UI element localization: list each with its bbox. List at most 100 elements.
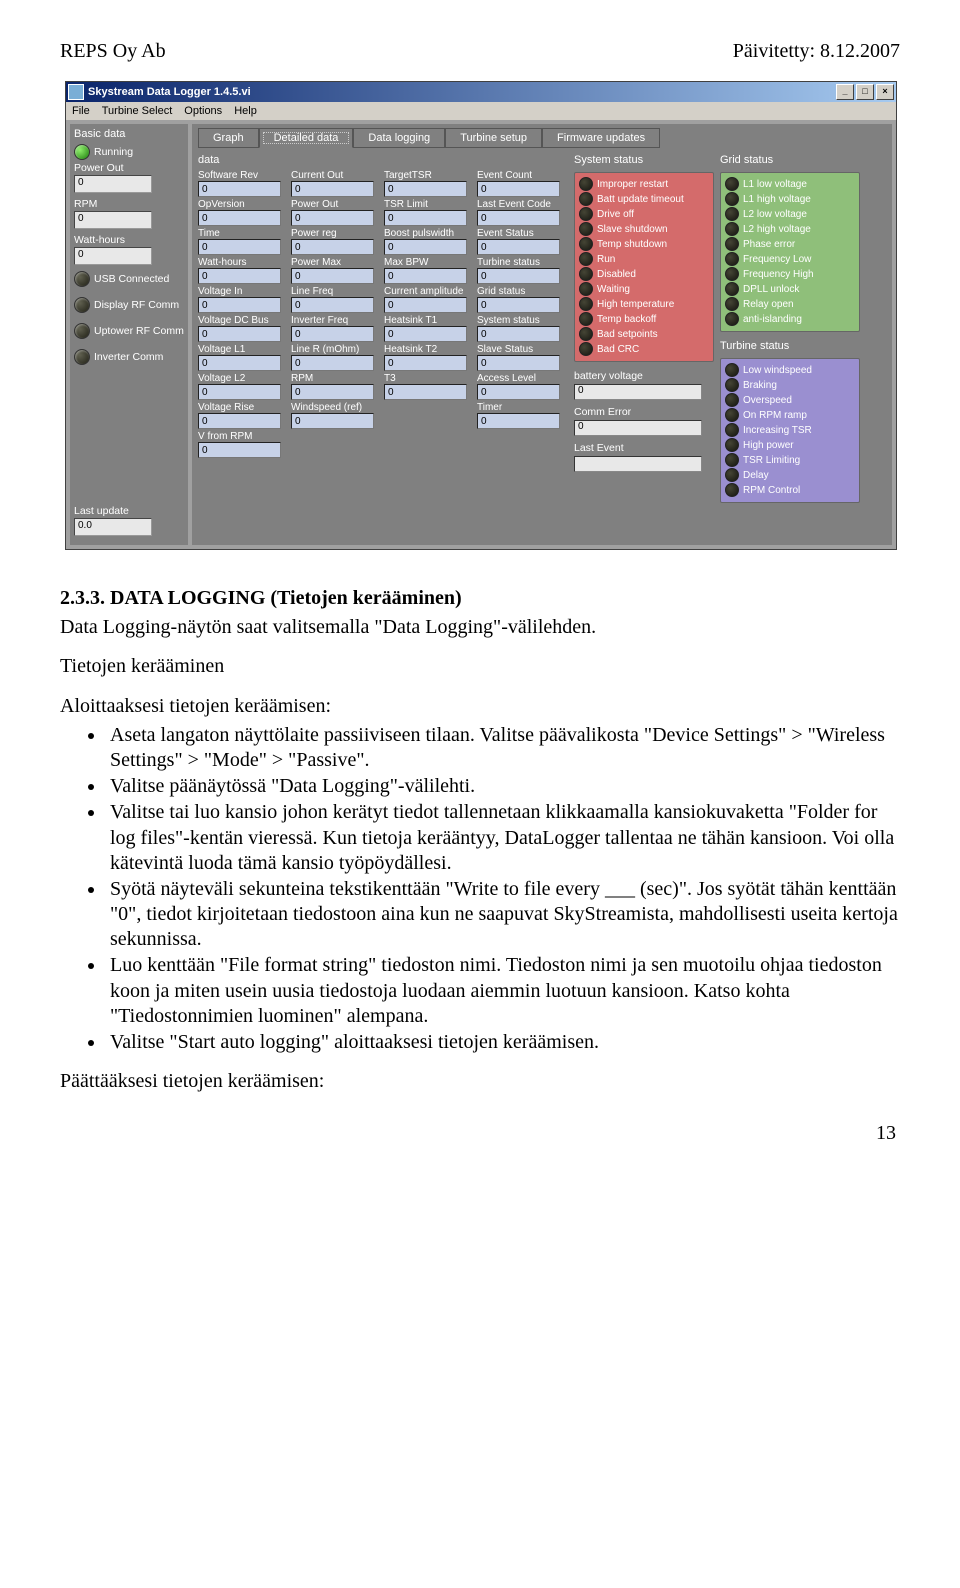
data-cell-value[interactable] [198,413,281,429]
data-cell-value[interactable] [291,239,374,255]
status-led [725,192,739,206]
titlebar: Skystream Data Logger 1.4.5.vi _ □ × [66,82,896,102]
data-cell-value[interactable] [384,210,467,226]
data-cell-value[interactable] [198,442,281,458]
data-cell-value[interactable] [477,239,560,255]
watt-hours-field: 0 [74,247,152,265]
data-cell-label: Software Rev [198,170,283,181]
data-cell-value[interactable] [477,384,560,400]
data-cell-label: Event Count [477,170,562,181]
data-cell: Voltage Rise [198,402,283,429]
status-label: Disabled [597,269,636,280]
data-cell: Last Event Code [477,199,562,226]
data-cell-value[interactable] [291,181,374,197]
data-cell-value[interactable] [477,268,560,284]
data-cell-value[interactable] [291,297,374,313]
data-cell-value[interactable] [384,268,467,284]
tab-detailed-data[interactable]: Detailed data [259,128,354,148]
menu-help[interactable]: Help [234,105,257,117]
data-cell-value[interactable] [384,239,467,255]
data-cell-value[interactable] [198,268,281,284]
status-label: L2 low voltage [743,209,807,220]
tabs: Graph Detailed data Data logging Turbine… [198,128,886,148]
data-cell-value[interactable] [198,239,281,255]
tab-graph[interactable]: Graph [198,128,259,148]
status-label: L1 low voltage [743,179,807,190]
data-cell-label: Inverter Freq [291,315,376,326]
data-cell: Time [198,228,283,255]
minimize-button[interactable]: _ [836,84,854,100]
data-cell-value[interactable] [198,355,281,371]
last-update-label: Last update [74,505,184,517]
data-cell-value[interactable] [198,326,281,342]
status-led [579,207,593,221]
data-cell-value[interactable] [198,181,281,197]
status-row: Increasing TSR [725,423,855,437]
rpm-field: 0 [74,211,152,229]
status-led [725,408,739,422]
data-cell: Boost pulswidth [384,228,469,255]
status-row: Improper restart [579,177,709,191]
data-cell: TSR Limit [384,199,469,226]
menu-options[interactable]: Options [184,105,222,117]
data-cell: Power Max [291,257,376,284]
data-cell-value[interactable] [384,297,467,313]
turbine-status-title: Turbine status [720,340,860,352]
status-led [725,297,739,311]
usb-led [74,271,90,287]
tab-turbine-setup[interactable]: Turbine setup [445,128,542,148]
status-label: RPM Control [743,485,800,496]
menu-turbine-select[interactable]: Turbine Select [102,105,173,117]
data-cell: Line Freq [291,286,376,313]
data-cell-value[interactable] [477,181,560,197]
data-cell-value[interactable] [291,413,374,429]
status-row: TSR Limiting [725,453,855,467]
data-cell-label: Access Level [477,373,562,384]
tab-firmware-updates[interactable]: Firmware updates [542,128,660,148]
status-led [725,378,739,392]
data-cell-value[interactable] [291,355,374,371]
data-cell-label: Slave Status [477,344,562,355]
data-cell-value[interactable] [477,297,560,313]
data-cell-label: RPM [291,373,376,384]
data-cell-value[interactable] [384,326,467,342]
doc-header-left: REPS Oy Ab [60,40,166,63]
data-cell-value[interactable] [291,268,374,284]
data-cell-label: Power Out [291,199,376,210]
system-status-panel: Improper restartBatt update timeoutDrive… [574,172,714,362]
page-number: 13 [60,1122,900,1145]
data-cell-value[interactable] [477,413,560,429]
data-cell-value[interactable] [477,355,560,371]
status-label: Slave shutdown [597,224,668,235]
data-cell [291,431,376,458]
status-row: DPLL unlock [725,282,855,296]
data-cell-value[interactable] [384,181,467,197]
data-cell-value[interactable] [291,384,374,400]
data-cell-value[interactable] [291,326,374,342]
maximize-button[interactable]: □ [856,84,874,100]
tab-data-logging[interactable]: Data logging [353,128,445,148]
data-cell-value[interactable] [291,210,374,226]
status-row: High temperature [579,297,709,311]
inverter-comm-led [74,349,90,365]
close-button[interactable]: × [876,84,894,100]
data-cell-label: Voltage DC Bus [198,315,283,326]
battery-voltage-field: 0 [574,384,702,400]
data-cell-label: Heatsink T2 [384,344,469,355]
data-cell-label: T3 [384,373,469,384]
battery-voltage-label: battery voltage [574,370,714,382]
data-cell-value[interactable] [384,355,467,371]
status-label: Bad CRC [597,344,639,355]
data-cell-value[interactable] [198,210,281,226]
doc-bullet: Luo kenttään "File format string" tiedos… [106,953,900,1029]
doc-bullet: Syötä näyteväli sekunteina tekstikenttää… [106,877,900,953]
data-cell: T3 [384,373,469,400]
status-row: Temp shutdown [579,237,709,251]
status-label: Increasing TSR [743,425,812,436]
menu-file[interactable]: File [72,105,90,117]
data-cell-value[interactable] [384,384,467,400]
data-cell-value[interactable] [198,384,281,400]
data-cell-value[interactable] [477,326,560,342]
data-cell-value[interactable] [198,297,281,313]
data-cell-value[interactable] [477,210,560,226]
